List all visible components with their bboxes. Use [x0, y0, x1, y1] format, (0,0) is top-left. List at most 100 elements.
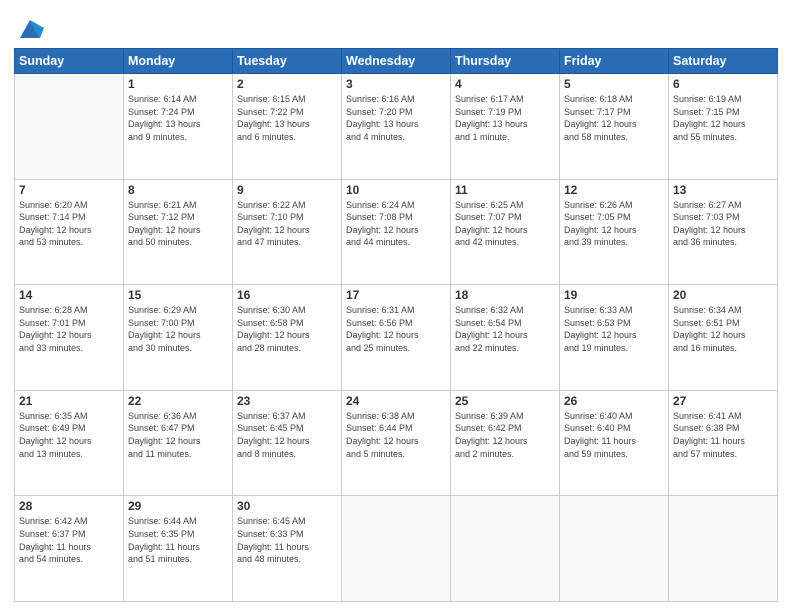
- day-number: 23: [237, 394, 337, 408]
- day-number: 19: [564, 288, 664, 302]
- calendar: SundayMondayTuesdayWednesdayThursdayFrid…: [14, 48, 778, 602]
- day-info: Sunrise: 6:24 AM Sunset: 7:08 PM Dayligh…: [346, 199, 446, 249]
- calendar-cell: 30 Sunrise: 6:45 AM Sunset: 6:33 PM Dayli…: [233, 496, 342, 602]
- day-number: 11: [455, 183, 555, 197]
- calendar-cell: 27Sunrise: 6:41 AM Sunset: 6:38 PM Dayli…: [669, 390, 778, 496]
- day-number: 20: [673, 288, 773, 302]
- day-info: Sunrise: 6:25 AM Sunset: 7:07 PM Dayligh…: [455, 199, 555, 249]
- day-number: 24: [346, 394, 446, 408]
- calendar-cell: 17 Sunrise: 6:31 AM Sunset: 6:56 PM Dayli…: [342, 285, 451, 391]
- calendar-cell: 22Sunrise: 6:36 AM Sunset: 6:47 PM Dayli…: [124, 390, 233, 496]
- calendar-cell: 13 Sunrise: 6:27 AM Sunset: 7:03 PM Dayli…: [669, 179, 778, 285]
- calendar-cell: 14 Sunrise: 6:28 AM Sunset: 7:01 PM Dayli…: [15, 285, 124, 391]
- calendar-cell: 8 Sunrise: 6:21 AM Sunset: 7:12 PM Daylig…: [124, 179, 233, 285]
- calendar-cell: 5 Sunrise: 6:18 AM Sunset: 7:17 PM Daylig…: [560, 74, 669, 180]
- calendar-cell: 29 Sunrise: 6:44 AM Sunset: 6:35 PM Dayli…: [124, 496, 233, 602]
- day-number: 2: [237, 77, 337, 91]
- day-number: 17: [346, 288, 446, 302]
- calendar-header-row: SundayMondayTuesdayWednesdayThursdayFrid…: [15, 49, 778, 74]
- day-of-week-header: Saturday: [669, 49, 778, 74]
- day-info: Sunrise: 6:38 AM Sunset: 6:44 PM Dayligh…: [346, 410, 446, 460]
- calendar-cell: 19 Sunrise: 6:33 AM Sunset: 6:53 PM Dayli…: [560, 285, 669, 391]
- calendar-cell: [451, 496, 560, 602]
- day-number: 13: [673, 183, 773, 197]
- calendar-cell: 15 Sunrise: 6:29 AM Sunset: 7:00 PM Dayli…: [124, 285, 233, 391]
- calendar-cell: 3 Sunrise: 6:16 AM Sunset: 7:20 PM Daylig…: [342, 74, 451, 180]
- calendar-cell: 26 Sunrise: 6:40 AM Sunset: 6:40 PM Dayli…: [560, 390, 669, 496]
- calendar-cell: 1Sunrise: 6:14 AM Sunset: 7:24 PM Daylig…: [124, 74, 233, 180]
- day-number: 18: [455, 288, 555, 302]
- day-number: 3: [346, 77, 446, 91]
- calendar-cell: 16 Sunrise: 6:30 AM Sunset: 6:58 PM Dayli…: [233, 285, 342, 391]
- calendar-cell: 24 Sunrise: 6:38 AM Sunset: 6:44 PM Dayli…: [342, 390, 451, 496]
- day-number: 25: [455, 394, 555, 408]
- day-number: 16: [237, 288, 337, 302]
- day-info: Sunrise: 6:33 AM Sunset: 6:53 PM Dayligh…: [564, 304, 664, 354]
- day-info: Sunrise: 6:39 AM Sunset: 6:42 PM Dayligh…: [455, 410, 555, 460]
- logo-icon: [16, 14, 44, 42]
- day-info: Sunrise: 6:42 AM Sunset: 6:37 PM Dayligh…: [19, 515, 119, 565]
- day-info: Sunrise: 6:35 AM Sunset: 6:49 PM Dayligh…: [19, 410, 119, 460]
- day-number: 21: [19, 394, 119, 408]
- calendar-cell: 10 Sunrise: 6:24 AM Sunset: 7:08 PM Dayli…: [342, 179, 451, 285]
- calendar-cell: 23 Sunrise: 6:37 AM Sunset: 6:45 PM Dayli…: [233, 390, 342, 496]
- day-number: 9: [237, 183, 337, 197]
- day-info: Sunrise: 6:40 AM Sunset: 6:40 PM Dayligh…: [564, 410, 664, 460]
- day-info: Sunrise: 6:27 AM Sunset: 7:03 PM Dayligh…: [673, 199, 773, 249]
- day-info: Sunrise: 6:30 AM Sunset: 6:58 PM Dayligh…: [237, 304, 337, 354]
- day-number: 28: [19, 499, 119, 513]
- calendar-cell: 7 Sunrise: 6:20 AM Sunset: 7:14 PM Daylig…: [15, 179, 124, 285]
- calendar-cell: 25 Sunrise: 6:39 AM Sunset: 6:42 PM Dayli…: [451, 390, 560, 496]
- day-info: Sunrise: 6:20 AM Sunset: 7:14 PM Dayligh…: [19, 199, 119, 249]
- day-info: Sunrise: 6:31 AM Sunset: 6:56 PM Dayligh…: [346, 304, 446, 354]
- day-number: 15: [128, 288, 228, 302]
- day-number: 10: [346, 183, 446, 197]
- calendar-cell: 12 Sunrise: 6:26 AM Sunset: 7:05 PM Dayli…: [560, 179, 669, 285]
- day-info: Sunrise: 6:37 AM Sunset: 6:45 PM Dayligh…: [237, 410, 337, 460]
- day-of-week-header: Thursday: [451, 49, 560, 74]
- day-info: Sunrise: 6:29 AM Sunset: 7:00 PM Dayligh…: [128, 304, 228, 354]
- day-of-week-header: Monday: [124, 49, 233, 74]
- calendar-cell: 9 Sunrise: 6:22 AM Sunset: 7:10 PM Daylig…: [233, 179, 342, 285]
- calendar-cell: [669, 496, 778, 602]
- calendar-cell: 6Sunrise: 6:19 AM Sunset: 7:15 PM Daylig…: [669, 74, 778, 180]
- day-number: 29: [128, 499, 228, 513]
- calendar-cell: 2 Sunrise: 6:15 AM Sunset: 7:22 PM Daylig…: [233, 74, 342, 180]
- day-of-week-header: Sunday: [15, 49, 124, 74]
- logo: [14, 14, 44, 42]
- day-info: Sunrise: 6:16 AM Sunset: 7:20 PM Dayligh…: [346, 93, 446, 143]
- day-of-week-header: Wednesday: [342, 49, 451, 74]
- day-number: 30: [237, 499, 337, 513]
- day-number: 5: [564, 77, 664, 91]
- calendar-cell: [560, 496, 669, 602]
- calendar-cell: [15, 74, 124, 180]
- day-number: 7: [19, 183, 119, 197]
- day-info: Sunrise: 6:18 AM Sunset: 7:17 PM Dayligh…: [564, 93, 664, 143]
- day-number: 27: [673, 394, 773, 408]
- calendar-cell: 21 Sunrise: 6:35 AM Sunset: 6:49 PM Dayli…: [15, 390, 124, 496]
- calendar-cell: 20 Sunrise: 6:34 AM Sunset: 6:51 PM Dayli…: [669, 285, 778, 391]
- day-info: Sunrise: 6:28 AM Sunset: 7:01 PM Dayligh…: [19, 304, 119, 354]
- calendar-cell: 11 Sunrise: 6:25 AM Sunset: 7:07 PM Dayli…: [451, 179, 560, 285]
- header: [14, 10, 778, 42]
- day-of-week-header: Friday: [560, 49, 669, 74]
- page: SundayMondayTuesdayWednesdayThursdayFrid…: [0, 0, 792, 612]
- day-info: Sunrise: 6:19 AM Sunset: 7:15 PM Dayligh…: [673, 93, 773, 143]
- day-info: Sunrise: 6:34 AM Sunset: 6:51 PM Dayligh…: [673, 304, 773, 354]
- day-number: 26: [564, 394, 664, 408]
- day-info: Sunrise: 6:17 AM Sunset: 7:19 PM Dayligh…: [455, 93, 555, 143]
- day-info: Sunrise: 6:45 AM Sunset: 6:33 PM Dayligh…: [237, 515, 337, 565]
- day-info: Sunrise: 6:21 AM Sunset: 7:12 PM Dayligh…: [128, 199, 228, 249]
- day-info: Sunrise: 6:14 AM Sunset: 7:24 PM Dayligh…: [128, 93, 228, 143]
- day-number: 22: [128, 394, 228, 408]
- day-number: 12: [564, 183, 664, 197]
- day-info: Sunrise: 6:32 AM Sunset: 6:54 PM Dayligh…: [455, 304, 555, 354]
- calendar-cell: 28 Sunrise: 6:42 AM Sunset: 6:37 PM Dayli…: [15, 496, 124, 602]
- day-number: 14: [19, 288, 119, 302]
- day-info: Sunrise: 6:22 AM Sunset: 7:10 PM Dayligh…: [237, 199, 337, 249]
- day-info: Sunrise: 6:26 AM Sunset: 7:05 PM Dayligh…: [564, 199, 664, 249]
- day-info: Sunrise: 6:15 AM Sunset: 7:22 PM Dayligh…: [237, 93, 337, 143]
- day-info: Sunrise: 6:44 AM Sunset: 6:35 PM Dayligh…: [128, 515, 228, 565]
- day-number: 8: [128, 183, 228, 197]
- calendar-cell: [342, 496, 451, 602]
